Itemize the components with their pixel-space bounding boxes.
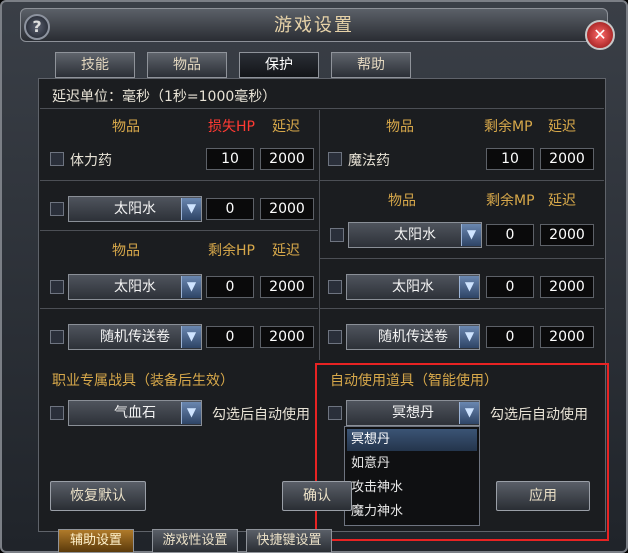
- right-subheader-item: 物品: [388, 193, 416, 209]
- right-header-remaining-mp: 剩余MP: [484, 119, 533, 135]
- tab-help[interactable]: 帮助: [331, 52, 411, 78]
- sun-water-loss-value: 太阳水: [114, 201, 156, 217]
- divider: [40, 230, 318, 231]
- mp-potion-value-input[interactable]: 10: [486, 148, 534, 170]
- sun-water-mp-2-value: 太阳水: [392, 279, 434, 295]
- teleport-right-value-input[interactable]: 0: [486, 326, 534, 348]
- apply-button[interactable]: 应用: [496, 481, 590, 511]
- teleport-right-delay-input[interactable]: 2000: [540, 326, 594, 348]
- column-divider: [319, 110, 320, 360]
- sun-water-mp-2-delay-input[interactable]: 2000: [540, 276, 594, 298]
- sun-water-loss-delay-input[interactable]: 2000: [260, 198, 314, 220]
- highlight-box: [315, 363, 609, 541]
- left-header-loss-hp: 损失HP: [208, 119, 255, 135]
- divider: [320, 308, 604, 309]
- checkbox-sun-water-mp-2[interactable]: [328, 280, 342, 294]
- sun-water-loss-value-input[interactable]: 0: [206, 198, 254, 220]
- divider: [320, 258, 604, 259]
- checkbox-sun-water-hp[interactable]: [50, 280, 64, 294]
- chevron-down-icon[interactable]: ▼: [181, 402, 201, 424]
- mp-potion-delay-input[interactable]: 2000: [540, 148, 594, 170]
- tab-items[interactable]: 物品: [147, 52, 227, 78]
- chevron-down-icon[interactable]: ▼: [461, 224, 481, 246]
- class-gear-auto-use-label: 勾选后自动使用: [212, 407, 310, 423]
- latency-unit-text: 延迟单位：毫秒（1秒=1000毫秒）: [52, 89, 277, 105]
- sun-water-mp-1-value-input[interactable]: 0: [486, 224, 534, 246]
- sun-water-mp-1-value: 太阳水: [394, 227, 436, 243]
- tab-assist-settings[interactable]: 辅助设置: [58, 529, 134, 553]
- hp-potion-value-input[interactable]: 10: [206, 148, 254, 170]
- right-header-delay: 延迟: [548, 119, 576, 135]
- teleport-left-delay-input[interactable]: 2000: [260, 326, 314, 348]
- divider: [40, 180, 318, 181]
- checkbox-sun-water-mp-1[interactable]: [330, 228, 344, 242]
- teleport-left-value: 随机传送卷: [100, 329, 170, 345]
- right-subheader-delay: 延迟: [548, 193, 576, 209]
- sun-water-hp-delay-input[interactable]: 2000: [260, 276, 314, 298]
- class-gear-title: 职业专属战具（装备后生效）: [52, 373, 234, 389]
- teleport-left-value-input[interactable]: 0: [206, 326, 254, 348]
- sun-water-hp-value: 太阳水: [114, 279, 156, 295]
- close-icon[interactable]: ✕: [585, 20, 615, 50]
- left-subheader-remaining-hp: 剩余HP: [208, 243, 255, 259]
- tab-skills[interactable]: 技能: [55, 52, 135, 78]
- chevron-down-icon[interactable]: ▼: [181, 276, 201, 298]
- chevron-down-icon[interactable]: ▼: [459, 276, 479, 298]
- hp-potion-label: 体力药: [70, 153, 112, 169]
- checkbox-teleport-left[interactable]: [50, 330, 64, 344]
- restore-default-button[interactable]: 恢复默认: [50, 481, 146, 511]
- hp-potion-delay-input[interactable]: 2000: [260, 148, 314, 170]
- tab-hotkey-settings[interactable]: 快捷键设置: [246, 529, 332, 553]
- right-header-item: 物品: [386, 119, 414, 135]
- left-subheader-delay: 延迟: [272, 243, 300, 259]
- left-header-delay: 延迟: [272, 119, 300, 135]
- teleport-right-value: 随机传送卷: [378, 329, 448, 345]
- tab-bar: 技能 物品 保护 帮助: [55, 52, 411, 78]
- divider: [40, 308, 318, 309]
- checkbox-teleport-right[interactable]: [328, 330, 342, 344]
- help-icon[interactable]: ?: [24, 14, 50, 40]
- mp-potion-label: 魔法药: [348, 153, 390, 169]
- sun-water-hp-value-input[interactable]: 0: [206, 276, 254, 298]
- tab-gameplay-settings[interactable]: 游戏性设置: [152, 529, 238, 553]
- tab-protect[interactable]: 保护: [239, 52, 319, 78]
- left-header-item: 物品: [112, 119, 140, 135]
- divider: [40, 108, 604, 109]
- window-title: 游戏设置: [20, 8, 608, 42]
- class-gear-value: 气血石: [114, 405, 156, 421]
- confirm-button[interactable]: 确认: [282, 481, 352, 511]
- chevron-down-icon[interactable]: ▼: [181, 326, 201, 348]
- chevron-down-icon[interactable]: ▼: [459, 326, 479, 348]
- sun-water-mp-2-value-input[interactable]: 0: [486, 276, 534, 298]
- left-subheader-item: 物品: [112, 243, 140, 259]
- checkbox-sun-water-loss[interactable]: [50, 202, 64, 216]
- divider: [320, 180, 604, 181]
- sun-water-mp-1-delay-input[interactable]: 2000: [540, 224, 594, 246]
- checkbox-class-gear[interactable]: [50, 406, 64, 420]
- checkbox-hp-potion[interactable]: [50, 152, 64, 166]
- right-subheader-remaining-mp: 剩余MP: [486, 193, 535, 209]
- chevron-down-icon[interactable]: ▼: [181, 198, 201, 220]
- checkbox-mp-potion[interactable]: [328, 152, 342, 166]
